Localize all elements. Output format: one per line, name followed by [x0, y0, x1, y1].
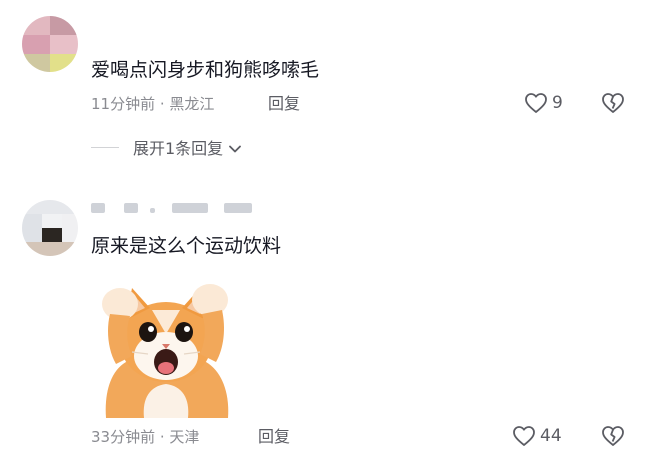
avatar-pixel [50, 35, 78, 54]
like-button[interactable]: 44 [512, 425, 562, 447]
reply-button[interactable]: 回复 [258, 427, 290, 447]
broken-heart-icon [600, 92, 626, 114]
heart-icon [512, 425, 536, 447]
avatar-pixel [22, 54, 50, 72]
avatar[interactable] [22, 200, 78, 256]
username-mask [91, 203, 105, 213]
avatar-pixel [22, 35, 50, 54]
comment-meta: 11分钟前 · 黑龙江 [91, 94, 214, 114]
broken-heart-icon [600, 425, 626, 447]
chevron-down-icon [229, 138, 242, 157]
comment-time: 33分钟前 [91, 428, 156, 446]
cat-sticker[interactable] [92, 270, 240, 418]
comment-location: 黑龙江 [169, 95, 215, 113]
username-mask [124, 203, 138, 213]
dislike-button[interactable] [600, 92, 626, 114]
avatar-pixel [50, 54, 78, 72]
expand-label: 展开1条回复 [133, 139, 224, 158]
divider-line [91, 146, 119, 148]
expand-replies-button[interactable]: 展开1条回复 [91, 135, 242, 159]
avatar-pixel [62, 214, 78, 242]
comment-text: 爱喝点闪身步和狗熊哆嗦毛 [91, 59, 320, 81]
avatar-pixel [50, 16, 78, 35]
meta-separator: · [155, 95, 170, 113]
cat-sticker-image [102, 284, 229, 418]
heart-icon [524, 92, 548, 114]
avatar-pixel [42, 214, 62, 228]
avatar-pixel [22, 242, 78, 256]
comment-meta: 33分钟前 · 天津 [91, 427, 199, 447]
comment-time: 11分钟前 [91, 95, 156, 113]
avatar[interactable] [22, 16, 78, 72]
meta-separator: · [155, 428, 170, 446]
comment-location: 天津 [169, 428, 200, 446]
comment-text: 原来是这么个运动饮料 [91, 235, 282, 257]
dislike-button[interactable] [600, 425, 626, 447]
like-count: 9 [552, 93, 563, 113]
username-mask [172, 203, 208, 213]
reply-button[interactable]: 回复 [268, 94, 300, 114]
username-mask [224, 203, 252, 213]
like-button[interactable]: 9 [524, 92, 563, 114]
like-count: 44 [540, 426, 562, 446]
username-mask [150, 208, 155, 213]
avatar-pixel [22, 200, 78, 214]
avatar-pixel [22, 214, 42, 242]
avatar-pixel [22, 16, 50, 35]
